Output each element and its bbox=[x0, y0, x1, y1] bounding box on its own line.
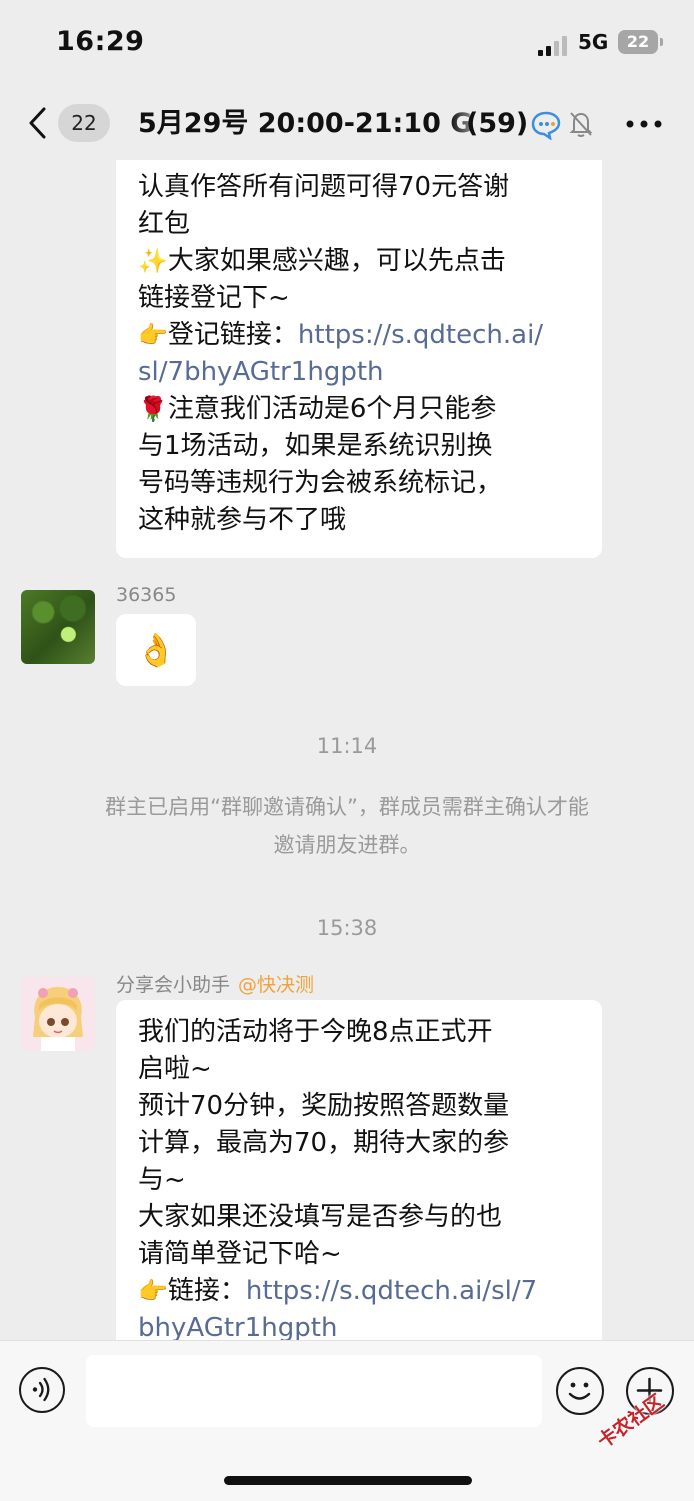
message-input[interactable] bbox=[86, 1355, 542, 1427]
message-line: 这种就参与不了哦 bbox=[138, 505, 347, 535]
more-icon[interactable] bbox=[626, 120, 662, 128]
message-line: 计算，最高为70，期待大家的参 bbox=[138, 1128, 510, 1158]
ok-hand-emoji: 👌 bbox=[136, 631, 176, 669]
sender-label: 分享会小助手 bbox=[116, 974, 231, 996]
member-count: (59) bbox=[466, 108, 529, 139]
cut-off-line bbox=[138, 160, 590, 169]
status-bar: 16:29 5G 22 bbox=[0, 0, 694, 88]
pointing-hand-emoji: 👉 bbox=[138, 1277, 168, 1305]
system-line: 邀请朋友进群。 bbox=[273, 833, 421, 857]
message-line: 大家如果还没填写是否参与的也 bbox=[138, 1202, 503, 1232]
activity-link-cont[interactable]: bhyAGtr1hgpth bbox=[138, 1310, 590, 1340]
message-line: 红包 bbox=[138, 209, 191, 239]
chat-scroll-area[interactable]: 认真作答所有问题可得70元答谢 红包 ✨大家如果感兴趣，可以先点击 链接登记下~… bbox=[0, 160, 694, 1340]
message-text: 大家如果感兴趣，可以先点击 bbox=[167, 246, 506, 276]
message-line: 启啦~ bbox=[138, 1054, 212, 1084]
message-line: 我们的活动将于今晚8点正式开 bbox=[138, 1017, 493, 1047]
avatar[interactable] bbox=[21, 590, 95, 664]
activity-link[interactable]: https://s.qdtech.ai/sl/7 bbox=[246, 1276, 537, 1306]
assistant-icon[interactable] bbox=[530, 110, 562, 140]
input-bar: 卡农社区 bbox=[0, 1340, 694, 1501]
network-label: 5G bbox=[578, 30, 609, 54]
chat-header: 22 5月29号 20:00-21:10 G (59) bbox=[0, 88, 694, 160]
message-bubble[interactable]: 👌 bbox=[116, 614, 196, 686]
message-bubble[interactable]: 认真作答所有问题可得70元答谢 红包 ✨大家如果感兴趣，可以先点击 链接登记下~… bbox=[116, 160, 602, 558]
smiley-icon bbox=[568, 1382, 591, 1400]
message-line: 👉登记链接：https://s.qdtech.ai/ bbox=[138, 317, 590, 354]
back-icon[interactable] bbox=[26, 106, 52, 140]
chat-title: 5月29号 20:00-21:10 G bbox=[138, 104, 490, 144]
signal-icon bbox=[538, 36, 572, 56]
battery-tip bbox=[660, 38, 663, 46]
battery-icon: 22 bbox=[618, 30, 658, 54]
system-line: 群主已启用“群聊邀请确认”，群成员需群主确认才能 bbox=[105, 795, 589, 819]
timestamp: 11:14 bbox=[316, 734, 378, 758]
message-line: 与1场活动，如果是系统识别换 bbox=[138, 431, 493, 461]
pointing-hand-emoji: 👉 bbox=[138, 321, 168, 349]
message-text: 链接： bbox=[167, 1276, 246, 1306]
message-line: 👉链接：https://s.qdtech.ai/sl/7 bbox=[138, 1273, 590, 1310]
anime-girl-avatar-icon bbox=[21, 977, 95, 1051]
message-line: ✨大家如果感兴趣，可以先点击 bbox=[138, 243, 590, 280]
register-link-cont[interactable]: sl/7bhyAGtr1hgpth bbox=[138, 354, 590, 391]
voice-button[interactable] bbox=[19, 1367, 65, 1413]
mute-icon bbox=[569, 112, 593, 137]
register-link[interactable]: https://s.qdtech.ai/ bbox=[298, 320, 543, 350]
message-line: 认真作答所有问题可得70元答谢 bbox=[138, 172, 510, 202]
avatar[interactable] bbox=[21, 977, 95, 1051]
message-bubble[interactable]: 我们的活动将于今晚8点正式开 启啦~ 预计70分钟，奖励按照答题数量 计算，最高… bbox=[116, 1000, 602, 1340]
emoji-button[interactable] bbox=[556, 1367, 604, 1415]
message-line: 与~ bbox=[138, 1165, 186, 1195]
sparkles-emoji: ✨ bbox=[138, 247, 168, 275]
unread-count-badge[interactable]: 22 bbox=[58, 104, 110, 142]
system-message: 群主已启用“群聊邀请确认”，群成员需群主确认才能 邀请朋友进群。 bbox=[40, 788, 654, 864]
home-indicator bbox=[224, 1476, 472, 1485]
message-line: 号码等违规行为会被系统标记， bbox=[138, 468, 503, 498]
mention-tag[interactable]: @快决测 bbox=[238, 974, 314, 996]
message-text: 登记链接： bbox=[167, 320, 298, 350]
timestamp: 15:38 bbox=[316, 916, 378, 940]
message-line: 🌹注意我们活动是6个月只能参 bbox=[138, 391, 590, 428]
message-line: 预计70分钟，奖励按照答题数量 bbox=[138, 1091, 510, 1121]
message-text: 注意我们活动是6个月只能参 bbox=[167, 394, 497, 424]
status-time: 16:29 bbox=[56, 26, 145, 57]
message-line: 请简单登记下哈~ bbox=[138, 1239, 342, 1269]
rose-emoji: 🌹 bbox=[138, 395, 168, 423]
sender-name: 36365 bbox=[116, 584, 177, 606]
sender-name: 分享会小助手 @快决测 bbox=[116, 970, 314, 997]
voice-icon bbox=[32, 1377, 50, 1402]
message-line: 链接登记下~ bbox=[138, 283, 290, 313]
